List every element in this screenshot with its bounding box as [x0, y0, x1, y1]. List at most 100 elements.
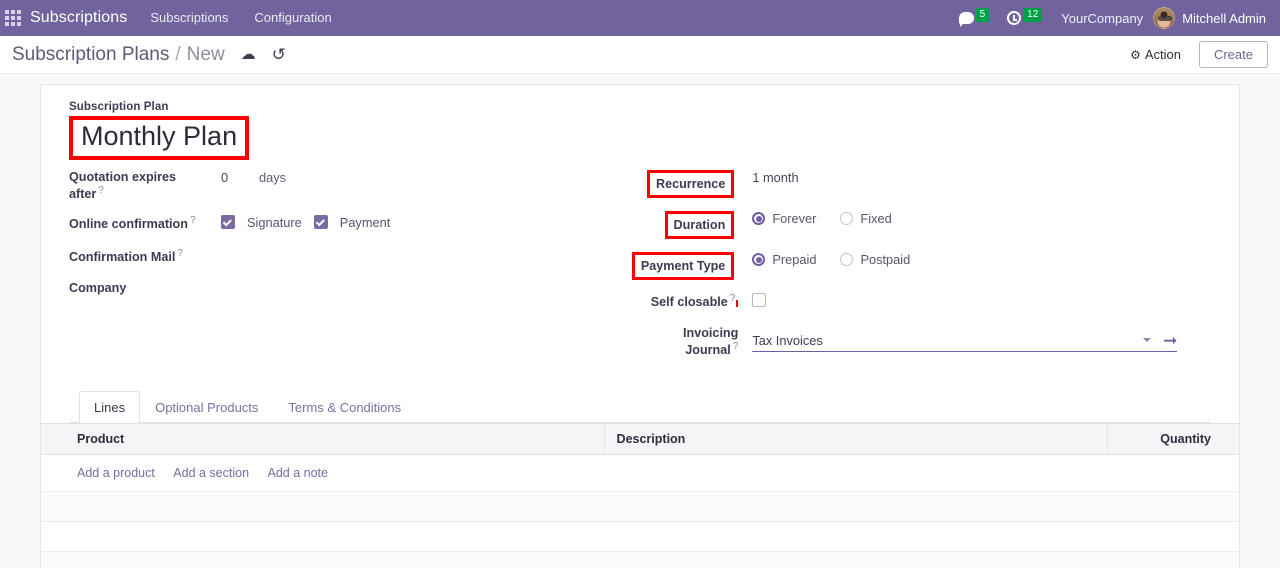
messaging-menu[interactable]: 5 — [950, 0, 999, 36]
page-body: Subscription Plan Monthly Plan Quotation… — [0, 74, 1280, 568]
action-menu-label: Action — [1145, 47, 1181, 62]
main-menu: Subscriptions Configuration — [137, 0, 344, 36]
payment-type-radio-prepaid[interactable] — [752, 253, 765, 266]
column-header-quantity[interactable]: Quantity — [1107, 423, 1239, 454]
user-name: Mitchell Admin — [1182, 11, 1266, 26]
subscription-plan-label: Subscription Plan — [69, 101, 1211, 113]
signature-label: Signature — [247, 215, 302, 230]
control-panel-actions: ⚙ Action Create — [1130, 41, 1268, 68]
table-row — [41, 491, 1239, 521]
cursor-marker — [736, 300, 738, 307]
form-sheet: Subscription Plan Monthly Plan Quotation… — [40, 84, 1240, 568]
control-panel: Subscription Plans / New ☁ ↺ ⚙ Action Cr… — [0, 36, 1280, 74]
field-payment-type: Payment Type Prepaid Postpaid — [630, 252, 1211, 280]
duration-label: Duration — [674, 218, 726, 232]
form-grid: Quotation expires after? 0 days Online c… — [69, 170, 1211, 371]
plan-name-input[interactable]: Monthly Plan — [81, 121, 237, 153]
payment-type-radio-postpaid[interactable] — [840, 253, 853, 266]
signature-checkbox[interactable] — [221, 215, 235, 229]
lines-table: Product Description Quantity Add a produ… — [41, 423, 1239, 568]
field-duration: Duration Forever Fixed — [630, 211, 1211, 239]
payment-checkbox[interactable] — [314, 215, 328, 229]
help-icon[interactable]: ? — [177, 248, 183, 259]
tab-optional-products[interactable]: Optional Products — [140, 391, 273, 423]
notebook-tabs: Lines Optional Products Terms & Conditio… — [69, 391, 1211, 423]
title-block: Subscription Plan Monthly Plan — [69, 101, 1211, 160]
duration-option-forever-label: Forever — [772, 211, 816, 226]
duration-radio-forever[interactable] — [752, 212, 765, 225]
lines-table-body: Add a product Add a section Add a note — [41, 454, 1239, 568]
duration-highlight-box: Duration — [665, 211, 735, 239]
column-header-description[interactable]: Description — [604, 423, 1107, 454]
add-a-product-link[interactable]: Add a product — [77, 466, 155, 480]
payment-type-option-postpaid-label: Postpaid — [860, 252, 910, 267]
quotation-expires-unit: days — [259, 170, 286, 185]
activity-counter: 12 — [1023, 8, 1042, 22]
notebook: Lines Optional Products Terms & Conditio… — [69, 391, 1211, 568]
payment-type-highlight-box: Payment Type — [632, 252, 734, 280]
undo-icon[interactable]: ↺ — [272, 46, 286, 63]
user-menu[interactable]: Mitchell Admin — [1153, 7, 1272, 29]
column-header-product[interactable]: Product — [41, 423, 604, 454]
company-label: Company — [69, 281, 221, 296]
invoicing-journal-label: Invoicing Journal? — [630, 326, 752, 358]
help-icon[interactable]: ? — [190, 215, 196, 226]
confirmation-mail-label: Confirmation Mail? — [69, 248, 221, 265]
cloud-upload-icon[interactable]: ☁ — [241, 47, 256, 62]
company-switcher[interactable]: YourCompany — [1051, 11, 1153, 26]
help-icon[interactable]: ? — [98, 185, 104, 196]
clock-icon — [1007, 11, 1021, 25]
help-icon[interactable]: ? — [730, 293, 736, 304]
apps-grid-icon[interactable] — [0, 0, 26, 36]
field-quotation-expires-after: Quotation expires after? 0 days — [69, 170, 630, 202]
help-icon[interactable]: ? — [733, 341, 739, 352]
chevron-down-icon[interactable] — [1143, 338, 1151, 342]
messaging-counter: 5 — [976, 8, 990, 22]
add-links-row: Add a product Add a section Add a note — [41, 454, 1239, 491]
top-navbar: Subscriptions Subscriptions Configuratio… — [0, 0, 1280, 36]
quotation-expires-label: Quotation expires after? — [69, 170, 221, 202]
self-closable-label: Self closable? — [630, 293, 752, 310]
tab-lines[interactable]: Lines — [79, 391, 140, 423]
form-column-right: Recurrence 1 month Duration Forever — [630, 170, 1211, 371]
payment-label: Payment — [340, 215, 391, 230]
payment-type-label: Payment Type — [641, 259, 725, 273]
arrow-right-icon[interactable]: ➞ — [1163, 332, 1177, 349]
breadcrumb-root[interactable]: Subscription Plans — [12, 44, 169, 66]
invoicing-journal-input[interactable] — [752, 333, 1137, 348]
tab-terms-conditions[interactable]: Terms & Conditions — [273, 391, 416, 423]
field-invoicing-journal: Invoicing Journal? ➞ — [630, 326, 1211, 358]
table-row — [41, 551, 1239, 568]
gear-icon: ⚙ — [1130, 49, 1141, 61]
duration-option-fixed-label: Fixed — [860, 211, 891, 226]
recurrence-label: Recurrence — [656, 177, 725, 191]
breadcrumb-separator: / — [175, 44, 180, 66]
table-row — [41, 521, 1239, 551]
table-header-row: Product Description Quantity — [41, 423, 1239, 454]
menu-item-configuration[interactable]: Configuration — [241, 0, 344, 36]
create-button[interactable]: Create — [1199, 41, 1268, 68]
breadcrumb: Subscription Plans / New — [12, 44, 225, 66]
menu-item-subscriptions[interactable]: Subscriptions — [137, 0, 241, 36]
field-self-closable: Self closable? — [630, 293, 1211, 313]
form-column-left: Quotation expires after? 0 days Online c… — [69, 170, 630, 371]
action-menu[interactable]: ⚙ Action — [1130, 47, 1181, 62]
field-confirmation-mail: Confirmation Mail? — [69, 248, 630, 268]
add-a-note-link[interactable]: Add a note — [268, 466, 328, 480]
recurrence-highlight-box: Recurrence — [647, 170, 734, 198]
payment-type-option-prepaid-label: Prepaid — [772, 252, 816, 267]
chat-icon — [959, 12, 974, 24]
field-company: Company — [69, 281, 630, 301]
duration-radio-fixed[interactable] — [840, 212, 853, 225]
avatar — [1153, 7, 1175, 29]
breadcrumb-current: New — [187, 44, 225, 66]
field-online-confirmation: Online confirmation? Signature Payment — [69, 215, 630, 235]
self-closable-checkbox[interactable] — [752, 293, 766, 307]
plan-name-highlight-box: Monthly Plan — [69, 116, 249, 160]
app-brand-name[interactable]: Subscriptions — [26, 9, 137, 27]
recurrence-value[interactable]: 1 month — [752, 170, 1211, 185]
add-a-section-link[interactable]: Add a section — [173, 466, 249, 480]
field-recurrence: Recurrence 1 month — [630, 170, 1211, 198]
quotation-expires-value[interactable]: 0 — [221, 170, 249, 185]
activity-menu[interactable]: 12 — [998, 0, 1051, 36]
